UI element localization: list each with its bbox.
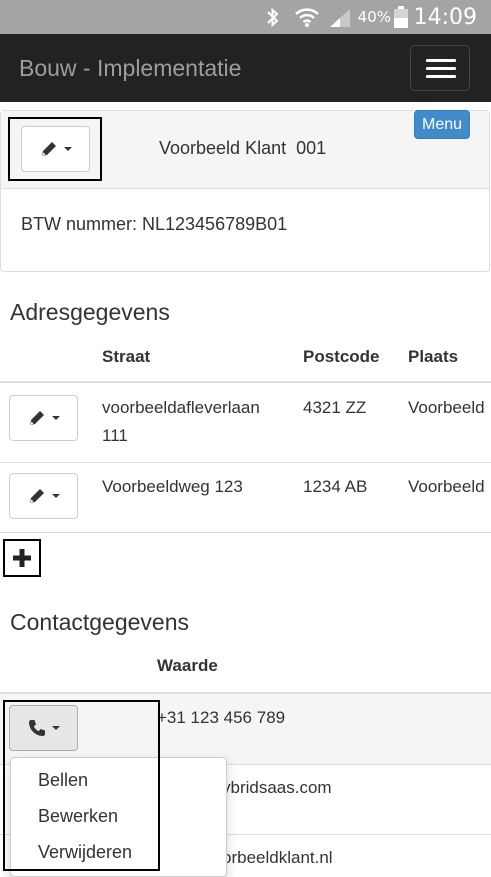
btw-number: BTW nummer: NL123456789B01 [21, 214, 288, 234]
menu-button[interactable]: Menu [414, 110, 470, 139]
plus-icon [13, 549, 31, 567]
add-address-button[interactable] [3, 539, 41, 577]
status-time: 14:09 [413, 4, 477, 30]
column-header-waarde: Waarde [157, 656, 218, 675]
address-postcode: 4321 ZZ [303, 398, 367, 417]
address-street: voorbeeldafleverlaan [102, 398, 260, 417]
column-header-postcode: Postcode [303, 347, 380, 366]
navbar-toggle-button[interactable] [410, 45, 470, 91]
column-header-straat: Straat [102, 347, 151, 366]
row-divider [0, 462, 491, 463]
address-street: Voorbeeldweg 123 [102, 477, 243, 496]
address-postcode: 1234 AB [303, 477, 368, 496]
contact-actions-highlight [3, 700, 160, 871]
pencil-icon [42, 142, 56, 156]
contact-value: orbeeldklant.nl [222, 848, 333, 867]
caret-down-icon [52, 416, 60, 420]
pencil-icon [30, 489, 44, 503]
battery-percent: 40% [357, 8, 391, 26]
column-header-plaats: Plaats [408, 347, 459, 366]
address-edit-button[interactable] [9, 473, 78, 519]
bluetooth-icon [267, 7, 279, 28]
battery-icon [394, 6, 408, 28]
address-street-number: 111 [102, 426, 128, 445]
address-city: Voorbeeld [408, 477, 485, 496]
customer-edit-button[interactable] [21, 126, 90, 172]
caret-down-icon [52, 494, 60, 498]
address-city: Voorbeeld [408, 398, 485, 417]
table-header-divider [0, 381, 491, 383]
address-edit-button[interactable] [9, 395, 78, 441]
status-bar: 40% 14:09 [0, 0, 491, 34]
contact-section-title: Contactgegevens [10, 609, 190, 635]
contact-value: ybridsaas.com [222, 778, 332, 797]
navbar: Bouw - Implementatie [0, 34, 491, 102]
wifi-icon [295, 8, 319, 27]
contact-value: +31 123 456 789 [157, 708, 286, 727]
signal-icon [330, 9, 350, 27]
pencil-icon [30, 411, 44, 425]
navbar-brand[interactable]: Bouw - Implementatie [19, 34, 241, 102]
caret-down-icon [64, 147, 72, 151]
address-section-title: Adresgegevens [10, 299, 170, 325]
row-divider [0, 532, 491, 533]
customer-name: Voorbeeld Klant 001 [159, 138, 327, 158]
